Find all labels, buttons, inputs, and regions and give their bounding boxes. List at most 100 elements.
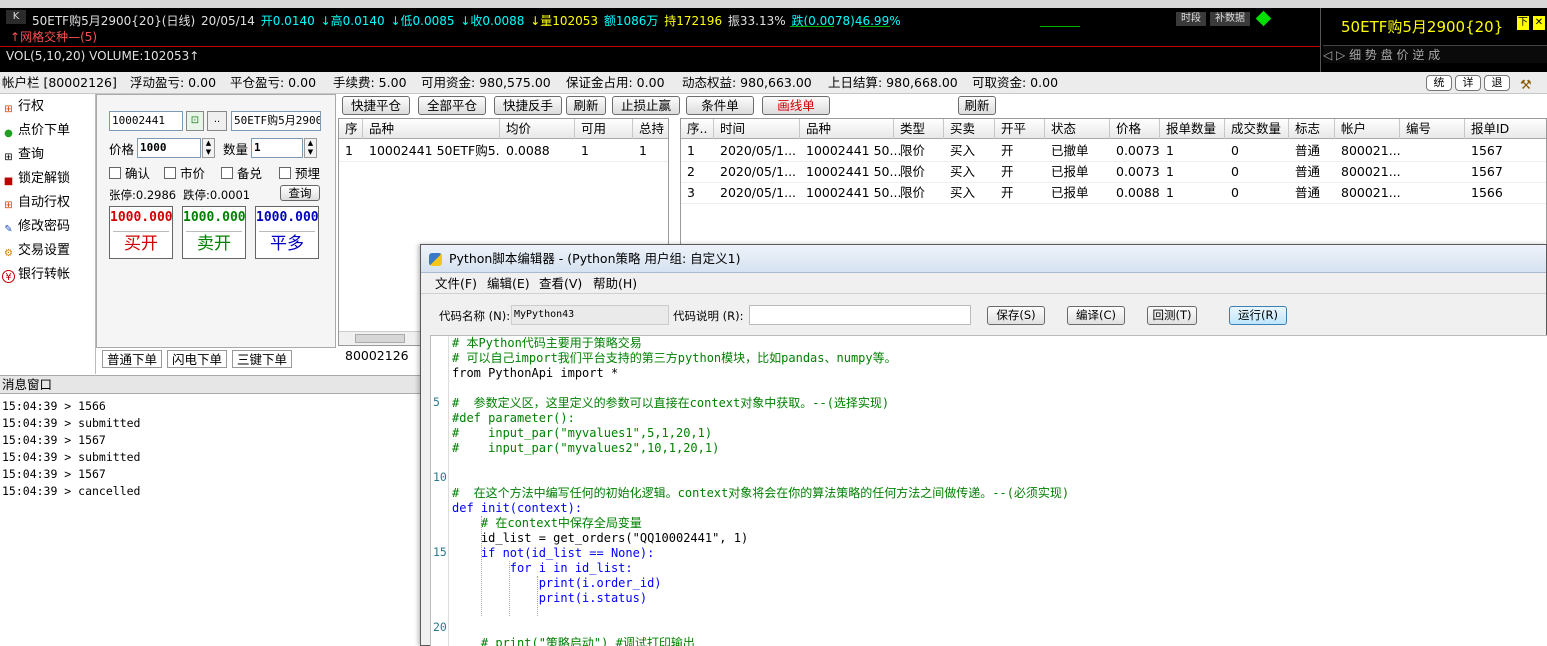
period-tag[interactable]: 时段 — [1176, 12, 1206, 26]
line-order-button[interactable]: 画线单 — [762, 96, 830, 115]
menu-help[interactable]: 帮助(H) — [593, 274, 637, 294]
col-header[interactable]: 序.. — [681, 119, 714, 139]
chart-divider — [0, 46, 1320, 47]
col-header[interactable]: 类型 — [894, 119, 944, 139]
table-row[interactable]: 2 2020/05/1... 10002441 50... 限价 买入 开 已报… — [681, 162, 1546, 183]
run-button[interactable]: 运行(R) — [1229, 306, 1287, 325]
nav-item-change-password[interactable]: ✎ 修改密码 — [2, 216, 70, 238]
col-header[interactable]: 开平 — [995, 119, 1045, 139]
log-line: 15:04:39 > 1566 — [2, 399, 106, 413]
table-row[interactable]: 1 2020/05/1... 10002441 50... 限价 买入 开 已撤… — [681, 141, 1546, 162]
refresh-positions-button[interactable]: 刷新 — [566, 96, 606, 115]
nav-item-query[interactable]: ⊞ 查询 — [2, 144, 44, 166]
col-header[interactable]: 品种 — [800, 119, 894, 139]
menu-view[interactable]: 查看(V) — [539, 274, 582, 294]
col-header[interactable]: 买卖 — [944, 119, 995, 139]
cell: 开 — [1001, 164, 1014, 179]
query-button[interactable]: 查询 — [280, 185, 320, 201]
refresh-orders-button[interactable]: 刷新 — [958, 96, 996, 115]
quick-close-button[interactable]: 快捷平仓 — [342, 96, 410, 115]
fill-data-tag[interactable]: 补数据 — [1210, 12, 1250, 26]
code-name-input[interactable]: MyPython43 — [511, 305, 669, 325]
nav-item-auto-exercise[interactable]: ⊞ 自动行权 — [2, 192, 70, 214]
sell-open-price: 1000.000 — [183, 210, 246, 225]
col-header[interactable]: 帐户 — [1335, 119, 1400, 139]
price-label: 价格 — [109, 142, 135, 157]
compile-button[interactable]: 编译(C) — [1067, 306, 1125, 325]
close-long-button[interactable]: 1000.000 平多 — [255, 206, 319, 259]
cell: 800021... — [1341, 143, 1401, 158]
nav-item-lock[interactable]: ■ 锁定解锁 — [2, 168, 70, 190]
preorder-label: 预埋 — [295, 166, 321, 181]
confirm-checkbox[interactable]: 确认 — [109, 163, 150, 182]
table-row[interactable]: 3 2020/05/1... 10002441 50... 限价 买入 开 已报… — [681, 183, 1546, 204]
buy-open-button[interactable]: 1000.000 买开 — [109, 206, 173, 259]
menu-edit[interactable]: 编辑(E) — [487, 274, 530, 294]
nav-item-bank-transfer[interactable]: ¥ 银行转帐 — [2, 264, 70, 286]
table-row[interactable]: 1 10002441 50ETF购5... 0.0088 1 1 — [339, 141, 668, 162]
exit-button[interactable]: 退 — [1484, 75, 1510, 91]
k-line-tag[interactable]: K — [6, 10, 26, 24]
nav-item-exercise[interactable]: ⊞ 行权 — [2, 96, 44, 118]
dynamic-equity: 动态权益: 980,663.00 — [682, 75, 812, 90]
nav-label: 行权 — [18, 99, 45, 114]
covered-checkbox[interactable]: 备兑 — [221, 163, 262, 182]
menu-file[interactable]: 文件(F) — [435, 274, 477, 294]
exercise-icon: ⊞ — [4, 104, 13, 115]
left-nav: ⊞ 行权 ● 点价下单 ⊞ 查询 ■ 锁定解锁 ⊞ 自动行权 ✎ 修改密码 ⚙ 交易设置 ¥ 银… — [0, 94, 96, 374]
lock-toggle-icon[interactable]: ⊡ — [186, 111, 204, 131]
col-header[interactable]: 价格 — [1110, 119, 1160, 139]
col-header[interactable]: 品种 — [363, 119, 500, 139]
tab-three-key-order[interactable]: 三键下单 — [232, 350, 293, 368]
available-funds: 可用资金: 980,575.00 — [421, 75, 551, 90]
market-price-checkbox[interactable]: 市价 — [164, 163, 205, 182]
code-editor[interactable]: 5 10 15 20 # 本Python代码主要用于策略交易 # 可以自己imp… — [430, 335, 1547, 646]
quantity-stepper[interactable]: ▲ ▼ — [304, 138, 317, 158]
conditional-order-button[interactable]: 条件单 — [686, 96, 754, 115]
price-stepper[interactable]: ▲ ▼ — [202, 138, 215, 158]
detail-button[interactable]: 详 — [1455, 75, 1481, 91]
editor-title-bar[interactable]: Python脚本编辑器 - (Python策略 用户组: 自定义1) — [421, 245, 1546, 273]
close-icon[interactable]: ✕ — [1533, 16, 1545, 30]
nav-item-click-order[interactable]: ● 点价下单 — [2, 120, 70, 142]
cell: 1 — [581, 143, 589, 158]
cell: 1567 — [1471, 164, 1503, 179]
contract-code-input[interactable]: 10002441 — [109, 111, 183, 131]
col-header[interactable]: 时间 — [714, 119, 800, 139]
line-number: 20 — [433, 620, 447, 634]
tab-flash-order[interactable]: 闪电下单 — [167, 350, 228, 368]
code-line: if not(id_list == None): — [452, 546, 655, 560]
nav-item-trade-settings[interactable]: ⚙ 交易设置 — [2, 240, 70, 262]
col-header[interactable]: 总持 — [633, 119, 668, 139]
tab-normal-order[interactable]: 普通下单 — [102, 350, 163, 368]
col-header[interactable]: 序 — [339, 119, 363, 139]
stop-loss-profit-button[interactable]: 止损止赢 — [612, 96, 680, 115]
code-line: #def parameter(): — [452, 411, 575, 425]
message-window-title: 消息窗口 — [0, 375, 420, 394]
scroll-thumb[interactable] — [355, 334, 405, 343]
preorder-checkbox[interactable]: 预埋 — [279, 163, 320, 182]
col-header[interactable]: 标志 — [1289, 119, 1335, 139]
backtest-button[interactable]: 回测(T) — [1147, 306, 1197, 325]
quick-reverse-button[interactable]: 快捷反手 — [494, 96, 562, 115]
col-header[interactable]: 状态 — [1045, 119, 1110, 139]
code-desc-input[interactable] — [749, 305, 971, 325]
browse-button[interactable]: .. — [207, 111, 227, 131]
price-input[interactable]: 1000 — [137, 138, 201, 158]
side-panel-tabs[interactable]: ◁ ▷ 细 势 盘 价 逆 成 — [1323, 45, 1547, 63]
col-header[interactable]: 报单数量 — [1160, 119, 1225, 139]
col-header[interactable]: 报单ID — [1465, 119, 1546, 139]
col-header[interactable]: 可用 — [575, 119, 633, 139]
down-button[interactable]: 下 — [1517, 16, 1529, 30]
col-header[interactable]: 编号 — [1400, 119, 1465, 139]
cell: 限价 — [900, 143, 926, 158]
sell-open-button[interactable]: 1000.000 卖开 — [182, 206, 246, 259]
save-button[interactable]: 保存(S) — [987, 306, 1045, 325]
col-header[interactable]: 均价 — [500, 119, 575, 139]
stats-button[interactable]: 统 — [1426, 75, 1452, 91]
side-panel-tab-labels[interactable]: 细 势 盘 价 逆 成 — [1349, 48, 1440, 62]
close-all-button[interactable]: 全部平仓 — [418, 96, 486, 115]
side-panel-title: 50ETF购5月2900{20} — [1341, 18, 1504, 36]
col-header[interactable]: 成交数量 — [1225, 119, 1289, 139]
quantity-input[interactable]: 1 — [251, 138, 303, 158]
